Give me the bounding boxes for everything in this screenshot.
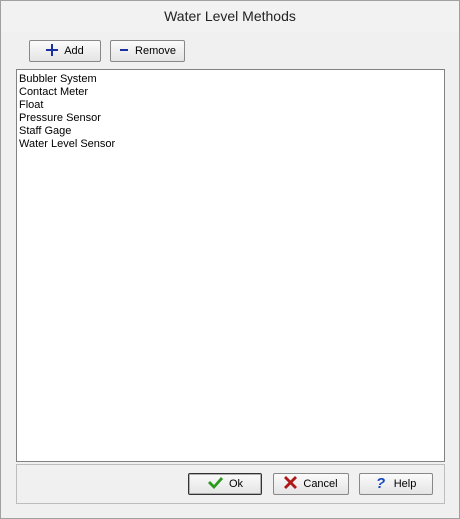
list-item[interactable]: Water Level Sensor [17, 138, 444, 151]
methods-list[interactable]: Bubbler System Contact Meter Float Press… [16, 69, 445, 462]
list-item[interactable]: Pressure Sensor [17, 112, 444, 125]
cancel-label: Cancel [303, 478, 338, 490]
ok-label: Ok [228, 478, 244, 490]
remove-label: Remove [135, 45, 176, 57]
list-item[interactable]: Bubbler System [17, 73, 444, 86]
dialog-window: Water Level Methods Add Remove Bubbler S… [0, 0, 460, 519]
dialog-title: Water Level Methods [1, 1, 459, 32]
checkmark-icon [207, 476, 223, 493]
ok-button[interactable]: Ok [188, 473, 262, 495]
list-item[interactable]: Staff Gage [17, 125, 444, 138]
minus-icon [119, 45, 129, 58]
add-button[interactable]: Add [29, 40, 101, 62]
remove-button[interactable]: Remove [110, 40, 185, 62]
x-icon [284, 476, 298, 492]
help-label: Help [393, 478, 417, 490]
toolbar: Add Remove [1, 32, 459, 68]
add-label: Add [64, 45, 84, 57]
plus-icon [46, 43, 59, 59]
cancel-button[interactable]: Cancel [273, 473, 349, 495]
button-bar: Ok Cancel ? Help [16, 464, 445, 504]
help-button[interactable]: ? Help [359, 473, 433, 495]
list-item[interactable]: Float [17, 99, 444, 112]
svg-text:?: ? [376, 475, 385, 490]
list-item[interactable]: Contact Meter [17, 86, 444, 99]
question-icon: ? [376, 475, 388, 493]
